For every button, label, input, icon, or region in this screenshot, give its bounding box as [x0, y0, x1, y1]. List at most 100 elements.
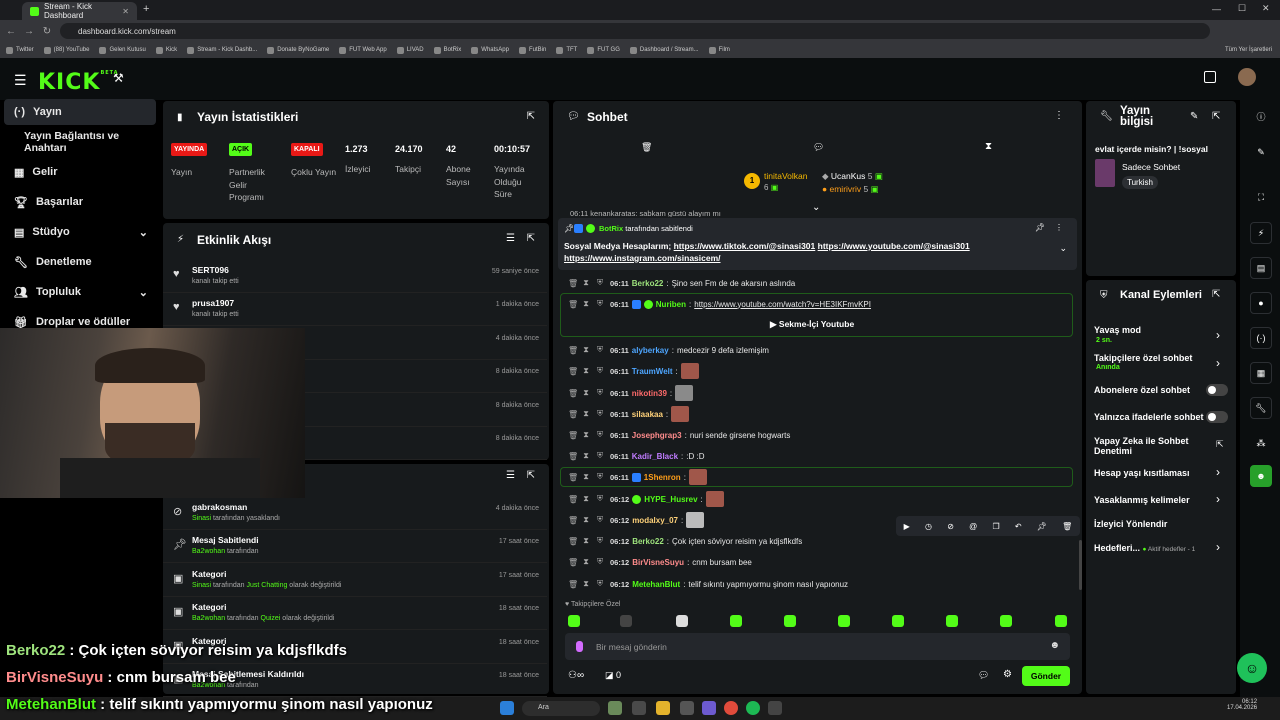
activity-row[interactable]: ♥ SERT096 kanalı takip etti 59 saniye önce [163, 260, 547, 293]
message-username[interactable]: nikotin39 [632, 389, 667, 398]
emote-icon[interactable] [946, 615, 958, 627]
bookmark-item[interactable]: Donate ByNoGame [267, 46, 329, 54]
unpin-icon[interactable]: 📌︎ [1035, 223, 1045, 232]
chevron-right-icon[interactable]: › [1216, 540, 1220, 554]
chat-message[interactable]: 🗑︎ ⧗ ⛨ 06:11 Nuriben: https://www.youtube.com… [568, 295, 1068, 313]
chat-message[interactable]: 🗑︎ ⧗ ⛨ 06:11 Kadir_Black::D :D [568, 447, 1068, 465]
chevron-right-icon[interactable]: › [1216, 356, 1220, 370]
pin-icon[interactable]: 📌︎ [1037, 522, 1047, 531]
app-icon[interactable] [608, 701, 622, 715]
sidebar-item-topluluk[interactable]: 👥︎ Topluluk ⌄ [4, 279, 156, 305]
sidebar-item-yayin[interactable]: (·) Yayın [4, 99, 156, 125]
spotify-icon[interactable] [746, 701, 760, 715]
app-icon[interactable] [632, 701, 646, 715]
chat-scrollbar[interactable] [1079, 540, 1082, 590]
message-username[interactable]: Josephgrap3 [632, 431, 682, 440]
trash-icon[interactable]: 🗑︎ [568, 558, 578, 567]
popout-icon[interactable]: ⇱ [527, 233, 535, 244]
hourglass-icon[interactable]: ⧗ [582, 299, 590, 309]
ban-icon[interactable]: ⛨ [596, 451, 604, 461]
slow-mode-setting[interactable]: Yavaş mod [1094, 325, 1141, 335]
trash-icon[interactable]: 🗑︎ [568, 300, 578, 309]
creator-icon[interactable] [1204, 71, 1216, 83]
hourglass-icon[interactable]: ⧗ [582, 494, 590, 504]
category-name[interactable]: Sadece Sohbet [1122, 162, 1180, 172]
layout-icon[interactable]: ▦ [1250, 362, 1272, 384]
clock[interactable]: 06:12 17.04.2026 [1227, 699, 1257, 711]
more-icon[interactable]: ⋮ [1055, 223, 1063, 232]
edit-icon[interactable]: ✎ [1250, 141, 1272, 163]
emote-icon[interactable] [568, 615, 580, 627]
message-username[interactable]: alyberkay [632, 346, 669, 355]
back-icon[interactable]: ← [4, 26, 18, 37]
kick-logo[interactable]: KICKBETA [38, 70, 119, 95]
chat-input[interactable]: Bir mesaj gönderin ☻ [565, 633, 1070, 660]
hourglass-icon[interactable]: ⧗ [985, 141, 992, 152]
ban-icon[interactable]: ⛨ [596, 579, 604, 589]
community-icon[interactable]: ⁂ [1250, 432, 1272, 454]
message-username[interactable]: 1Shenron [644, 473, 681, 482]
reply-icon[interactable]: ↶ [1015, 522, 1022, 531]
menu-icon[interactable]: ☰ [14, 72, 27, 89]
message-username[interactable]: BirVisneSuyu [632, 558, 684, 567]
ban-icon[interactable]: ⛨ [596, 278, 604, 288]
account-age-setting[interactable]: Hesap yaşı kısıtlaması [1094, 468, 1190, 478]
message-username[interactable]: modalxy_07 [632, 516, 678, 525]
bookmark-item[interactable]: Stream - Kick Dashb... [187, 46, 257, 54]
activity-row[interactable]: ♥ prusa1907 kanalı takip etti 1 dakika önce [163, 293, 547, 327]
trash-icon[interactable]: 🗑︎ [568, 367, 578, 376]
hourglass-icon[interactable]: ⧗ [582, 409, 590, 419]
popout-icon[interactable]: ⇱ [527, 470, 535, 481]
all-bookmarks[interactable]: Tüm Yer İşaretleri [1225, 47, 1272, 53]
message-link[interactable]: https://www.youtube.com/watch?v=HE3IKFmv… [694, 300, 871, 309]
subs-only-toggle[interactable] [1206, 384, 1228, 396]
goals-setting[interactable]: Hedefleri... ● Aktif hedefler - 1 [1094, 543, 1195, 553]
close-tab-icon[interactable]: ✕ [122, 7, 129, 16]
ai-moderation-setting[interactable]: Yapay Zeka ile Sohbet Denetimi [1094, 436, 1204, 456]
message-username[interactable]: Nuriben [656, 300, 686, 309]
sidebar-item-studyo[interactable]: ▤ Stüdyo ⌄ [4, 219, 156, 245]
wrench-icon[interactable]: 🔧︎ [1250, 397, 1272, 419]
browser-tab[interactable]: Stream - Kick Dashboard ✕ [22, 2, 137, 20]
hourglass-icon[interactable]: ⧗ [582, 515, 590, 525]
app-icon[interactable] [702, 701, 716, 715]
emote-icon[interactable] [784, 615, 796, 627]
trash-icon[interactable]: 🗑︎ [568, 410, 578, 419]
bookmark-item[interactable]: TFT [556, 46, 577, 54]
broadcast-icon[interactable]: (·) [1250, 327, 1272, 349]
bookmark-item[interactable]: Dashboard / Stream... [629, 46, 699, 54]
hourglass-icon[interactable]: ⧗ [582, 430, 590, 440]
hourglass-icon[interactable]: ⧗ [582, 472, 590, 482]
emote-icon[interactable] [838, 615, 850, 627]
emotes-only-toggle[interactable] [1206, 411, 1228, 423]
trash-icon[interactable]: 🗑︎ [568, 279, 578, 288]
message-username[interactable]: Berko22 [632, 537, 664, 546]
trash-icon[interactable]: 🗑︎ [568, 580, 578, 589]
emote-icon[interactable] [730, 615, 742, 627]
message-username[interactable]: Berko22 [632, 279, 664, 288]
pinned-link-youtube[interactable]: https://www.youtube.com/@sinasi301 [818, 241, 970, 251]
more-icon[interactable]: ⋮ [1054, 110, 1064, 121]
hourglass-icon[interactable]: ⧗ [582, 278, 590, 288]
popout-icon[interactable]: ⇱ [1212, 289, 1220, 300]
ban-icon[interactable]: ⛨ [596, 494, 604, 504]
app-icon[interactable]: ☻ [1250, 465, 1272, 487]
copy-icon[interactable]: ❐ [992, 522, 999, 531]
chevron-right-icon[interactable]: › [1216, 465, 1220, 479]
send-button[interactable]: Gönder [1022, 666, 1070, 686]
ban-icon[interactable]: ⛨ [596, 299, 604, 309]
chevron-down-icon[interactable]: ⌄ [812, 202, 820, 213]
info-icon[interactable]: ⓘ [1250, 105, 1272, 127]
trash-icon[interactable]: 🗑︎ [1062, 522, 1072, 531]
bookmark-item[interactable]: FUT GG [587, 46, 620, 54]
trash-icon[interactable]: 🗑︎ [568, 495, 578, 504]
hourglass-icon[interactable]: ⧗ [582, 579, 590, 589]
chevron-right-icon[interactable]: › [1216, 328, 1220, 342]
modlog-row[interactable]: ▣ Kategori Ba2wohan tarafından Quizei olar… [163, 597, 547, 631]
gifter-3[interactable]: ● emirivriv 5 ▣ [822, 184, 879, 195]
emoji-icon[interactable]: ☻ [1049, 640, 1060, 651]
trash-icon[interactable]: 🗑︎ [568, 389, 578, 398]
emote-icon[interactable] [1055, 615, 1067, 627]
hourglass-icon[interactable]: ⧗ [582, 388, 590, 398]
bookmark-item[interactable]: WhatsApp [471, 46, 509, 54]
